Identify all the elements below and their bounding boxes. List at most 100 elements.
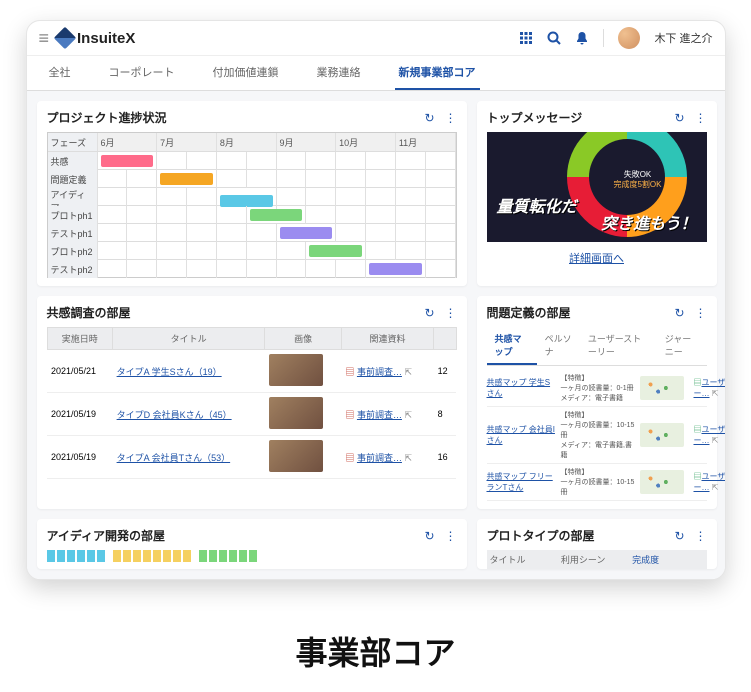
proto-card: プロトタイプの部屋 ↻ ⋮ タイトル利用シーン完成度 xyxy=(477,519,717,569)
gantt-row: テストph2 xyxy=(48,259,456,277)
refresh-icon[interactable]: ↻ xyxy=(674,529,684,543)
logo-mark-icon xyxy=(54,27,77,50)
title-link[interactable]: タイプA 会社員Tさん（53） xyxy=(117,453,231,463)
persona-thumb[interactable] xyxy=(640,423,684,447)
more-icon[interactable]: ⋮ xyxy=(695,111,707,125)
pdf-icon: ▤ xyxy=(345,367,354,377)
share-icon[interactable]: ⇱ xyxy=(404,410,412,420)
table-row: 2021/05/19タイプD 会社員Kさん（45）▤ 事前調査… ⇱8 xyxy=(47,393,456,436)
menu-icon[interactable]: ≡ xyxy=(39,28,50,49)
refresh-icon[interactable]: ↻ xyxy=(424,529,434,543)
gantt-bar[interactable] xyxy=(160,173,213,185)
nav-tab[interactable]: 業務連絡 xyxy=(313,56,365,90)
app-window: ≡ InsuiteX 木下 進之介 全社コーポレート付加価値連鎖業務連絡新規事業… xyxy=(26,20,726,580)
brand-logo[interactable]: InsuiteX xyxy=(57,30,135,47)
gantt-row: プロトph1 xyxy=(48,205,456,223)
project-progress-card: プロジェクト進捗状況 ↻ ⋮ フェーズ6月7月8月9月10月11月共感問題定義ア… xyxy=(37,101,467,286)
thumbnail[interactable] xyxy=(269,440,323,472)
bell-icon[interactable] xyxy=(575,31,589,45)
search-icon[interactable] xyxy=(547,31,561,45)
thumbnail[interactable] xyxy=(269,354,323,386)
subtab[interactable]: ジャーニー xyxy=(657,327,707,365)
more-icon[interactable]: ⋮ xyxy=(445,306,457,320)
gantt-row-label: 問題定義 xyxy=(48,170,98,188)
top-message-banner[interactable]: 失敗OK 完成度5割OK 量質転化だ 突き進もう！ xyxy=(487,132,707,242)
card-title: プロトタイプの部屋 xyxy=(487,527,675,544)
file-link[interactable]: 事前調査… xyxy=(357,453,402,463)
card-title: 共感調査の部屋 xyxy=(47,304,425,321)
nav-tab[interactable]: 全社 xyxy=(45,56,75,90)
col-header: 関連資料 xyxy=(341,328,433,350)
count-cell: 16 xyxy=(434,436,456,479)
gantt-row: テストph1 xyxy=(48,223,456,241)
username[interactable]: 木下 進之介 xyxy=(654,30,712,46)
gantt-row: プロトph2 xyxy=(48,241,456,259)
meta-text: 【特徴】 一ヶ月の読書量：0-1冊 メディア：電子書籍 xyxy=(561,373,636,403)
count-cell: 12 xyxy=(434,350,456,393)
gantt-month: 6月 xyxy=(98,133,158,151)
title-link[interactable]: タイプA 学生Sさん（19） xyxy=(117,367,222,377)
nav-tab[interactable]: コーポレート xyxy=(105,56,179,90)
gantt-row-label: プロトph2 xyxy=(48,242,98,260)
problem-card: 問題定義の部屋 ↻ ⋮ 共感マップペルソナユーザーストーリージャーニー 共感マッ… xyxy=(477,296,717,509)
banner-badge: 失敗OK 完成度5割OK xyxy=(613,170,661,191)
more-icon[interactable]: ⋮ xyxy=(445,111,457,125)
more-icon[interactable]: ⋮ xyxy=(695,529,707,543)
refresh-icon[interactable]: ↻ xyxy=(674,111,684,125)
refresh-icon[interactable]: ↻ xyxy=(424,306,434,320)
nav-tab[interactable]: 付加価値連鎖 xyxy=(209,56,283,90)
gantt-bar[interactable] xyxy=(369,263,422,275)
col-header: タイトル xyxy=(113,328,265,350)
gantt-row-label: テストph1 xyxy=(48,224,98,242)
gantt-month: 11月 xyxy=(396,133,456,151)
map-link[interactable]: 共感マップ フリーランTさん xyxy=(487,472,553,492)
card-title: トップメッセージ xyxy=(487,109,675,126)
gantt-bar[interactable] xyxy=(280,227,333,239)
gantt-bar[interactable] xyxy=(101,155,154,167)
share-icon[interactable]: ⇱ xyxy=(712,483,719,492)
gantt-bar[interactable] xyxy=(309,245,362,257)
card-title: プロジェクト進捗状況 xyxy=(47,109,425,126)
more-icon[interactable]: ⋮ xyxy=(445,529,457,543)
banner-slogan: 量質転化だ 突き進もう！ xyxy=(497,199,697,234)
refresh-icon[interactable]: ↻ xyxy=(424,111,434,125)
gantt-month: 10月 xyxy=(336,133,396,151)
detail-link[interactable]: 詳細画面へ xyxy=(487,246,707,270)
share-icon[interactable]: ⇱ xyxy=(712,389,719,398)
thumbnail[interactable] xyxy=(269,397,323,429)
avatar[interactable] xyxy=(618,27,640,49)
nav-tabs: 全社コーポレート付加価値連鎖業務連絡新規事業部コア xyxy=(27,56,725,91)
empathy-table: 実施日時タイトル画像関連資料2021/05/21タイプA 学生Sさん（19）▤ … xyxy=(47,327,457,479)
doc-icon: ▤ xyxy=(694,472,702,481)
problem-row: 共感マップ フリーランTさん【特徴】 一ヶ月の読書量：10-15冊▤ユーザー… … xyxy=(487,464,707,501)
gantt-month: 7月 xyxy=(157,133,217,151)
refresh-icon[interactable]: ↻ xyxy=(674,306,684,320)
problem-subtabs: 共感マップペルソナユーザーストーリージャーニー xyxy=(487,327,707,366)
doc-icon: ▤ xyxy=(694,378,702,387)
share-icon[interactable]: ⇱ xyxy=(404,367,412,377)
persona-thumb[interactable] xyxy=(640,376,684,400)
subtab[interactable]: ペルソナ xyxy=(537,327,580,365)
share-icon[interactable]: ⇱ xyxy=(712,436,719,445)
title-link[interactable]: タイプD 会社員Kさん（45） xyxy=(117,410,232,420)
empathy-card: 共感調査の部屋 ↻ ⋮ 実施日時タイトル画像関連資料2021/05/21タイプA… xyxy=(37,296,467,509)
count-cell: 8 xyxy=(434,393,456,436)
file-link[interactable]: 事前調査… xyxy=(357,367,402,377)
gantt-row: 共感 xyxy=(48,151,456,169)
proto-col: 完成度 xyxy=(632,553,703,566)
meta-text: 【特徴】 一ヶ月の読書量：10-15冊 xyxy=(561,467,636,497)
gantt-chart: フェーズ6月7月8月9月10月11月共感問題定義アイディアプロトph1テストph… xyxy=(47,132,457,278)
map-link[interactable]: 共感マップ 会社員Iさん xyxy=(487,425,555,445)
apps-icon[interactable] xyxy=(519,31,533,45)
nav-tab[interactable]: 新規事業部コア xyxy=(395,56,480,90)
map-link[interactable]: 共感マップ 学生Sさん xyxy=(487,378,551,398)
pdf-icon: ▤ xyxy=(345,453,354,463)
persona-thumb[interactable] xyxy=(640,470,684,494)
share-icon[interactable]: ⇱ xyxy=(404,453,412,463)
file-link[interactable]: 事前調査… xyxy=(357,410,402,420)
more-icon[interactable]: ⋮ xyxy=(695,306,707,320)
gantt-bar[interactable] xyxy=(250,209,303,221)
subtab[interactable]: 共感マップ xyxy=(487,327,537,365)
subtab[interactable]: ユーザーストーリー xyxy=(580,327,657,365)
gantt-row-label: プロトph1 xyxy=(48,206,98,224)
